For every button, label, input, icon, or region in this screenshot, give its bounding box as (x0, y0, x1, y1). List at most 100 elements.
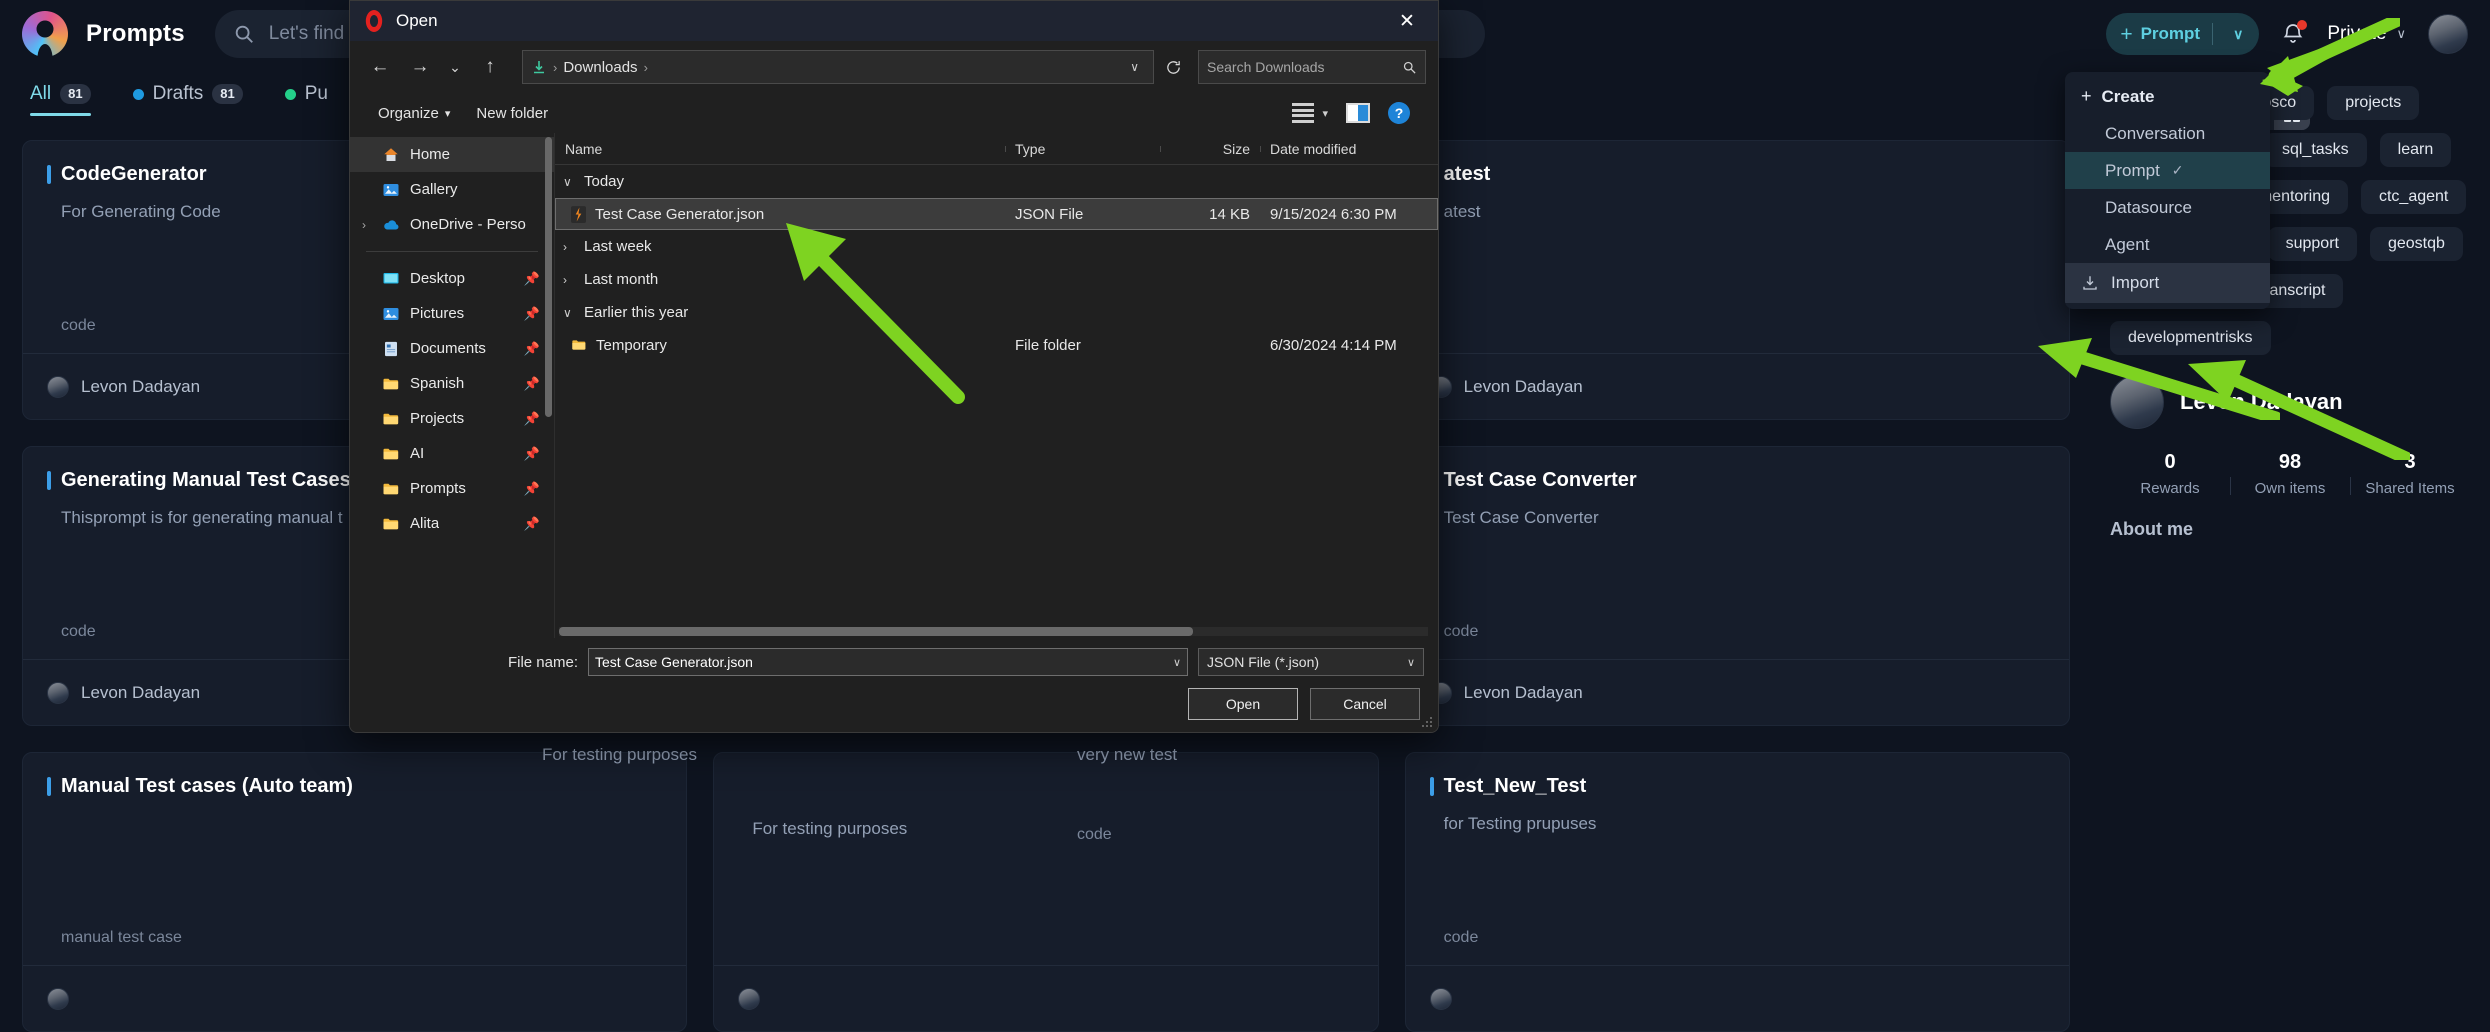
sidebar-item-label: Projects (410, 410, 464, 427)
preview-pane-icon[interactable] (1346, 103, 1370, 123)
card-footer (23, 965, 686, 1031)
tag-chip[interactable]: support (2268, 227, 2357, 261)
pin-icon[interactable]: 📌 (524, 376, 540, 392)
open-button[interactable]: Open (1188, 688, 1298, 720)
file-name-input[interactable] (595, 654, 1173, 670)
pin-icon[interactable]: 📌 (524, 271, 540, 287)
pin-icon[interactable]: 📌 (524, 411, 540, 427)
resize-grip-icon[interactable] (1422, 717, 1434, 729)
tag-chip[interactable]: projects (2327, 86, 2419, 120)
view-layout-icon[interactable] (1292, 103, 1314, 123)
table-row[interactable]: Test Case Generator.json JSON File 14 KB… (555, 198, 1438, 230)
add-prompt-button[interactable]: + Prompt ∨ (2106, 13, 2259, 55)
profile-header: Levon Dadayan (2110, 375, 2470, 429)
tab-all[interactable]: All 81 (30, 68, 91, 120)
menu-item-prompt[interactable]: Prompt ✓ (2065, 152, 2270, 189)
sidebar-item-alita[interactable]: Alita 📌 (350, 506, 554, 541)
back-arrow-icon[interactable]: ← (362, 50, 398, 84)
tag-chip[interactable]: sql_tasks (2264, 133, 2367, 167)
chevron-down-icon[interactable]: ∨ (1173, 656, 1181, 669)
chevron-down-icon[interactable]: ∨ (2225, 26, 2251, 43)
tag-chip[interactable]: learn (2380, 133, 2452, 167)
file-group-earlier-this-year[interactable]: ∨ Earlier this year (555, 296, 1438, 329)
chevron-down-icon[interactable]: ⌄ (442, 50, 468, 84)
sidebar-item-desktop[interactable]: Desktop 📌 (350, 261, 554, 296)
card-body: atest atest (1406, 141, 2069, 353)
tab-published[interactable]: Pu (285, 68, 328, 120)
prompt-card[interactable]: For testing purposes (713, 752, 1378, 1032)
sidebar-scrollbar[interactable] (545, 137, 552, 417)
breadcrumb-label[interactable]: Downloads (563, 59, 637, 76)
command-bar-right: ▾ ? (1292, 102, 1410, 124)
search-input[interactable] (1207, 59, 1402, 75)
prompts-logo-icon[interactable] (22, 11, 68, 57)
sidebar-item-onedrive[interactable]: › OneDrive - Perso (350, 207, 554, 242)
sidebar-item-home[interactable]: Home (350, 137, 554, 172)
file-group-last-month[interactable]: › Last month (555, 263, 1438, 296)
file-group-last-week[interactable]: › Last week (555, 230, 1438, 263)
dialog-titlebar[interactable]: Open ✕ (350, 1, 1438, 41)
table-row[interactable]: Temporary File folder 6/30/2024 4:14 PM (555, 329, 1438, 361)
avatar (738, 988, 760, 1010)
refresh-icon[interactable] (1158, 50, 1188, 84)
search-downloads-field[interactable] (1198, 50, 1426, 84)
new-folder-button[interactable]: New folder (476, 105, 548, 122)
prompt-card[interactable]: atest atest Levon Dadayan (1405, 140, 2070, 420)
pin-icon[interactable]: 📌 (524, 516, 540, 532)
chevron-right-icon[interactable]: › (362, 218, 366, 232)
file-date: 9/15/2024 6:30 PM (1260, 206, 1438, 223)
horizontal-scrollbar[interactable] (559, 627, 1428, 636)
open-file-dialog: Open ✕ ← → ⌄ ↑ › Downloads › ∨ (349, 0, 1439, 733)
tag-chip[interactable]: developmentrisks (2110, 321, 2271, 355)
prompt-card[interactable]: Manual Test cases (Auto team) manual tes… (22, 752, 687, 1032)
pin-icon[interactable]: 📌 (524, 341, 540, 357)
stat-shared-items: 3 Shared Items (2350, 451, 2470, 497)
menu-item-conversation[interactable]: Conversation (2065, 115, 2270, 152)
menu-item-import[interactable]: Import (2065, 263, 2270, 303)
sidebar-item-spanish[interactable]: Spanish 📌 (350, 366, 554, 401)
breadcrumb[interactable]: › Downloads › ∨ (522, 50, 1154, 84)
pin-icon[interactable]: 📌 (524, 446, 540, 462)
privacy-selector[interactable]: Private ∨ (2327, 23, 2406, 45)
chevron-right-icon: › (563, 240, 575, 254)
stat-label: Own items (2230, 480, 2350, 497)
column-header-date[interactable]: Date modified (1260, 141, 1438, 157)
sidebar-item-prompts[interactable]: Prompts 📌 (350, 471, 554, 506)
forward-arrow-icon[interactable]: → (402, 50, 438, 84)
file-type-select[interactable]: JSON File (*.json) ∨ (1198, 648, 1424, 676)
menu-item-agent[interactable]: Agent (2065, 226, 2270, 263)
sidebar-item-documents[interactable]: Documents 📌 (350, 331, 554, 366)
sidebar-item-gallery[interactable]: Gallery (350, 172, 554, 207)
up-arrow-icon[interactable]: ↑ (472, 50, 508, 84)
organize-button[interactable]: Organize ▾ (378, 105, 450, 122)
cancel-button[interactable]: Cancel (1310, 688, 1420, 720)
column-header-name[interactable]: Name (555, 141, 1005, 157)
menu-item-datasource[interactable]: Datasource (2065, 189, 2270, 226)
menu-item-create[interactable]: + Create (2065, 78, 2270, 115)
sidebar-item-label: Home (410, 146, 450, 163)
prompt-card[interactable]: Test_New_Test for Testing prupuses code (1405, 752, 2070, 1032)
chevron-down-icon[interactable]: ∨ (1124, 60, 1145, 74)
column-header-size[interactable]: Size (1160, 141, 1260, 157)
sidebar-item-pictures[interactable]: Pictures 📌 (350, 296, 554, 331)
profile-stats: 0 Rewards 98 Own items 3 Shared Items (2110, 451, 2470, 497)
tag-chip[interactable]: ctc_agent (2361, 180, 2466, 214)
tab-drafts[interactable]: Drafts 81 (133, 68, 243, 120)
stat-rewards: 0 Rewards (2110, 451, 2230, 497)
notification-bell-icon[interactable] (2281, 22, 2305, 46)
sidebar-item-projects[interactable]: Projects 📌 (350, 401, 554, 436)
column-header-type[interactable]: Type (1005, 141, 1160, 157)
pin-icon[interactable]: 📌 (524, 481, 540, 497)
file-group-today[interactable]: ∨ Today (555, 165, 1438, 198)
chevron-down-icon[interactable]: ▾ (1322, 107, 1328, 120)
pin-icon[interactable]: 📌 (524, 306, 540, 322)
tag-chip[interactable]: geostqb (2370, 227, 2463, 261)
help-icon[interactable]: ? (1388, 102, 1410, 124)
avatar[interactable] (2110, 375, 2164, 429)
sidebar-item-ai[interactable]: AI 📌 (350, 436, 554, 471)
card-author: Levon Dadayan (81, 683, 200, 703)
file-name-field[interactable]: ∨ (588, 648, 1188, 676)
prompt-card[interactable]: Test Case Converter Test Case Converter … (1405, 446, 2070, 726)
close-icon[interactable]: ✕ (1376, 1, 1438, 41)
avatar[interactable] (2428, 14, 2468, 54)
